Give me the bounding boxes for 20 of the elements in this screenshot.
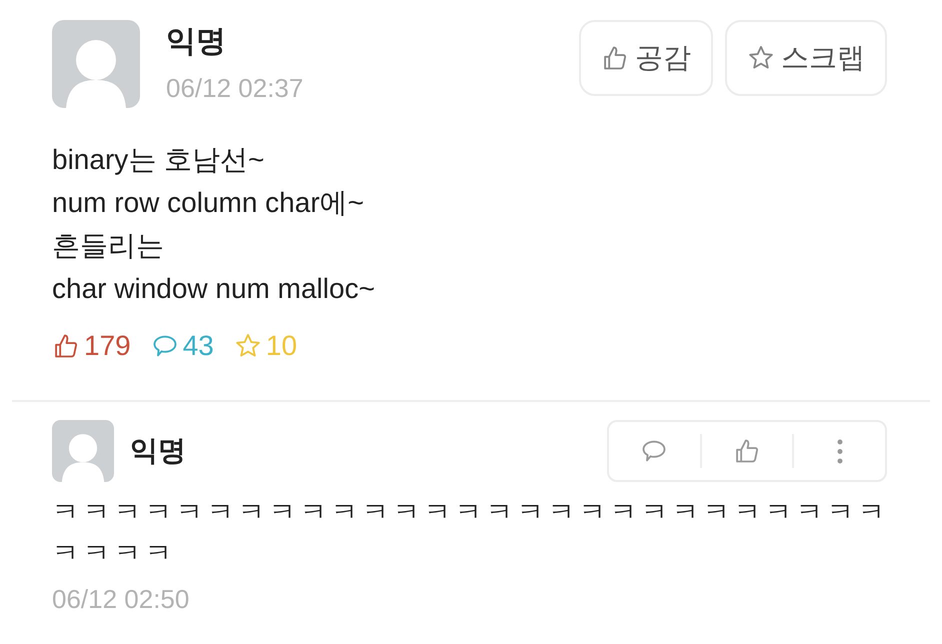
comment-count: 43 (150, 330, 214, 362)
scrap-count: 10 (234, 330, 298, 362)
commenter-name: 익명 (130, 434, 186, 468)
more-icon (836, 438, 843, 464)
like-count: 179 (52, 330, 131, 362)
post-text-line: 흔들리는 (52, 229, 165, 263)
thumbs-up-icon (52, 332, 80, 360)
post-time: 06/12 02:37 (166, 72, 304, 105)
thumbs-up-icon (733, 437, 761, 465)
thumbs-up-icon (601, 44, 629, 72)
author-name: 익명 (166, 24, 227, 60)
post-text-line: num row column char에~ (52, 186, 366, 220)
scrap-button[interactable]: 스크랩 (725, 20, 887, 96)
post-text-line: char window num malloc~ (52, 272, 376, 306)
avatar-icon (52, 20, 140, 108)
comment-text: ㅋㅋㅋㅋㅋㅋㅋㅋㅋㅋㅋㅋㅋㅋㅋㅋㅋㅋㅋㅋㅋㅋㅋㅋㅋㅋㅋㅋㅋㅋㅋ (52, 496, 890, 570)
like-button[interactable]: 공감 (579, 20, 713, 96)
comment-time: 06/12 02:50 (52, 584, 190, 615)
post-text-line: binary는 호남선~ (52, 143, 266, 177)
avatar-icon (52, 420, 114, 482)
